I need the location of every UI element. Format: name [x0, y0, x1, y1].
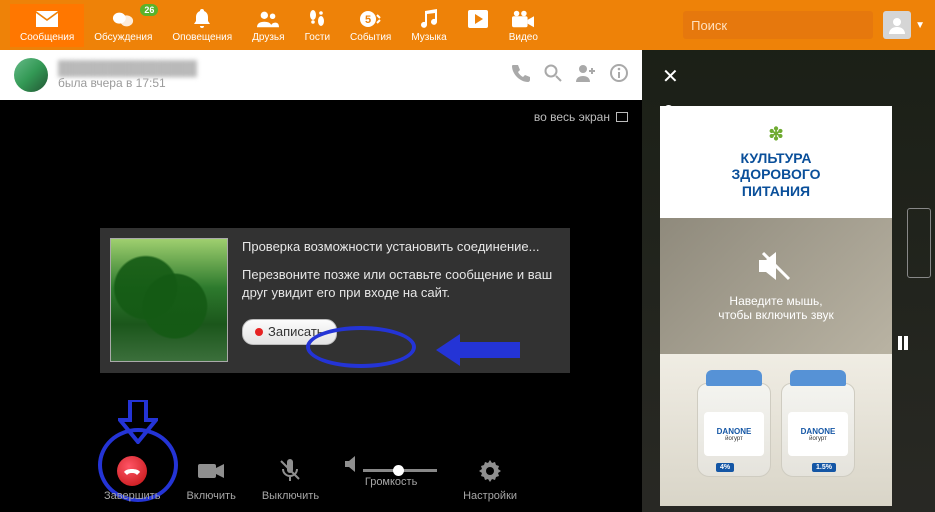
jar-brand: DANONE	[717, 427, 752, 436]
fullscreen-label: во весь экран	[534, 110, 610, 124]
wheat-icon: ❇	[768, 124, 783, 146]
nav-play[interactable]	[457, 4, 499, 47]
ok-5-icon: 5	[360, 8, 382, 30]
info-icon[interactable]	[610, 64, 628, 87]
fullscreen-toggle[interactable]: во весь экран	[534, 110, 628, 124]
video-call-area: во весь экран Проверка возможности устан…	[0, 100, 642, 512]
nav-video[interactable]: Видео	[499, 4, 548, 47]
record-dot-icon	[255, 328, 263, 336]
svg-text:5: 5	[365, 14, 371, 26]
speaker-mute-icon	[759, 251, 793, 284]
ctrl-label: Завершить	[104, 490, 160, 502]
volume-control[interactable]: Громкость	[345, 456, 437, 502]
settings-button[interactable]: Настройки	[463, 456, 517, 502]
connection-message-panel: Проверка возможности установить соединен…	[100, 228, 570, 373]
right-side-widget[interactable]	[907, 208, 931, 278]
avatar[interactable]	[14, 58, 48, 92]
mic-slash-icon	[275, 456, 305, 486]
record-message-button[interactable]: Записать	[242, 319, 337, 345]
search-box[interactable]	[683, 11, 873, 39]
volume-slider[interactable]	[363, 469, 437, 472]
ctrl-label: Выключить	[262, 490, 319, 502]
nav-discussions[interactable]: 26 Обсуждения	[84, 4, 162, 47]
close-icon[interactable]: ✕	[662, 64, 935, 89]
nav-label: Оповещения	[172, 32, 232, 43]
chat-contact-name[interactable]: ██████████████	[58, 60, 197, 76]
nav-friends[interactable]: Друзья	[242, 4, 294, 47]
nav-label	[476, 32, 479, 43]
add-person-icon[interactable]	[576, 64, 596, 87]
envelope-icon	[36, 8, 58, 30]
ad1-line1: КУЛЬТУРА	[740, 150, 811, 167]
ad-product-jars[interactable]: DANONE йогурт 4% DANONE йогурт 1.5%	[660, 354, 892, 506]
search-input[interactable]	[683, 18, 875, 33]
phone-icon[interactable]	[512, 64, 530, 87]
footprints-icon	[306, 8, 328, 30]
nav-label: Музыка	[411, 32, 446, 43]
ctrl-label: Громкость	[365, 476, 417, 488]
jar-tag-right: 1.5%	[812, 463, 836, 472]
jar-left: DANONE йогурт 4%	[697, 383, 771, 477]
chat-status: была вчера в 17:51	[58, 76, 197, 90]
nav-label: Видео	[509, 32, 538, 43]
friends-icon	[257, 8, 279, 30]
jar-sub: йогурт	[725, 436, 743, 442]
ad1-line3: ПИТАНИЯ	[742, 183, 810, 200]
nav-guests[interactable]: Гости	[295, 4, 340, 47]
play-square-icon	[467, 8, 489, 30]
nav-label: Сообщения	[20, 32, 74, 43]
top-navbar: Сообщения 26 Обсуждения Оповещения Друзь…	[0, 0, 935, 50]
contact-preview-thumb	[110, 238, 228, 362]
jar-sub: йогурт	[809, 436, 827, 442]
hangup-icon	[117, 456, 147, 486]
call-controls-toolbar: Завершить Включить Выключить Громкость	[0, 456, 642, 502]
nav-messages[interactable]: Сообщения	[10, 4, 84, 47]
record-label: Записать	[268, 323, 324, 341]
ad2-line1: Наведите мышь,	[729, 294, 822, 308]
mic-off-button[interactable]: Выключить	[262, 456, 319, 502]
music-note-icon	[418, 8, 440, 30]
bell-icon	[191, 8, 213, 30]
annotation-arrow-down	[118, 400, 158, 444]
discussions-badge: 26	[140, 4, 158, 16]
ad-video-muted[interactable]: Наведите мышь, чтобы включить звук	[660, 218, 892, 354]
speaker-icon	[345, 456, 359, 472]
search-in-chat-icon[interactable]	[544, 64, 562, 87]
end-call-button[interactable]: Завершить	[104, 456, 160, 502]
nav-label: Обсуждения	[94, 32, 152, 43]
nav-label: События	[350, 32, 391, 43]
pager-indicator[interactable]	[898, 336, 908, 350]
chat-header: ██████████████ была вчера в 17:51	[0, 50, 642, 100]
chat-bubbles-icon	[112, 8, 134, 30]
camera-icon	[196, 456, 226, 486]
jar-tag-left: 4%	[716, 463, 734, 472]
ad2-line2: чтобы включить звук	[718, 308, 834, 322]
ctrl-label: Настройки	[463, 490, 517, 502]
ad-healthy-food[interactable]: ❇ КУЛЬТУРА ЗДОРОВОГО ПИТАНИЯ	[660, 106, 892, 218]
fullscreen-icon	[616, 112, 628, 122]
ad1-line2: ЗДОРОВОГО	[732, 166, 821, 183]
camcorder-icon	[512, 8, 534, 30]
nav-label: Друзья	[252, 32, 284, 43]
nav-music[interactable]: Музыка	[401, 4, 456, 47]
gear-icon	[475, 456, 505, 486]
nav-notifications[interactable]: Оповещения	[162, 4, 242, 47]
profile-chevron-down-icon[interactable]: ▼	[915, 20, 925, 31]
camera-on-button[interactable]: Включить	[186, 456, 235, 502]
connection-status-line2: Перезвоните позже или оставьте сообщение…	[242, 266, 560, 302]
jar-brand: DANONE	[801, 427, 836, 436]
nav-label: Гости	[305, 32, 330, 43]
connection-status-line1: Проверка возможности установить соединен…	[242, 238, 560, 256]
ctrl-label: Включить	[186, 490, 235, 502]
ad-column: ❇ КУЛЬТУРА ЗДОРОВОГО ПИТАНИЯ Наведите мы…	[660, 106, 892, 506]
right-side-panel: ✕ ? ❇ КУЛЬТУРА ЗДОРОВОГО ПИТАНИЯ Наведит…	[642, 50, 935, 512]
profile-menu[interactable]	[883, 11, 911, 39]
nav-events[interactable]: 5 События	[340, 4, 401, 47]
jar-right: DANONE йогурт 1.5%	[781, 383, 855, 477]
